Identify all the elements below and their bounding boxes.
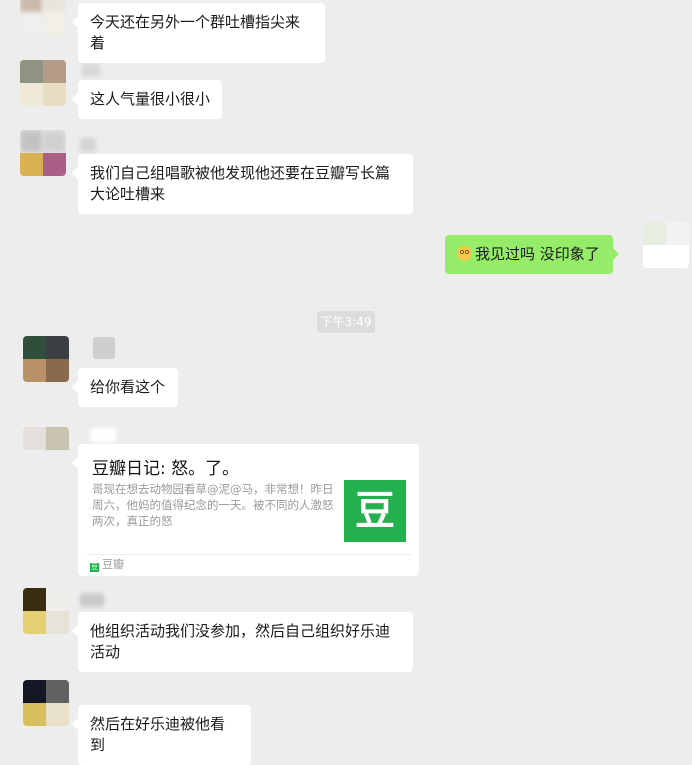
message-text: 今天还在另外一个群吐槽指尖来着	[90, 13, 301, 52]
message-bubble[interactable]: 然后在好乐迪被他看到	[72, 705, 251, 765]
link-card-description: 哥现在想去动物园看草@泥@马，非常想！昨日周六，他妈的值得纪念的一天。被不同的人…	[92, 482, 334, 528]
avatar[interactable]	[20, 60, 66, 106]
avatar[interactable]	[20, 0, 66, 36]
message-bubble[interactable]: 给你看这个	[72, 368, 178, 407]
message-text: 然后在好乐迪被他看到	[90, 715, 226, 754]
message-text: 给你看这个	[90, 378, 166, 396]
timestamp: 下午3:49	[317, 311, 375, 333]
avatar[interactable]	[20, 130, 66, 176]
flushed-face-emoji	[457, 246, 472, 261]
sender-name	[80, 138, 96, 152]
link-card-source-label: 豆瓣	[102, 558, 124, 571]
message-text: 我见过吗 没印象了	[475, 245, 600, 263]
sender-name	[90, 428, 116, 442]
avatar[interactable]	[23, 588, 69, 634]
message-text: 我们自己组唱歌被他发现他还要在豆瓣写长篇大论吐槽来	[90, 164, 391, 203]
sender-name	[80, 593, 104, 607]
douban-logo-icon: 豆	[344, 480, 406, 542]
link-card-title: 豆瓣日记: 怒。了。	[92, 459, 240, 479]
avatar[interactable]	[23, 427, 69, 473]
sender-name	[93, 337, 115, 359]
link-card-source: 豆豆瓣	[90, 558, 124, 572]
avatar[interactable]	[23, 336, 69, 382]
message-bubble[interactable]: 他组织活动我们没参加，然后自己组织好乐迪活动	[72, 612, 413, 672]
avatar[interactable]	[643, 222, 689, 268]
message-bubble[interactable]: 我见过吗 没印象了	[445, 235, 619, 274]
divider	[86, 554, 411, 555]
sender-name	[82, 63, 100, 77]
message-bubble[interactable]: 今天还在另外一个群吐槽指尖来着	[72, 3, 325, 63]
message-bubble[interactable]: 我们自己组唱歌被他发现他还要在豆瓣写长篇大论吐槽来	[72, 154, 413, 214]
link-card[interactable]: 豆瓣日记: 怒。了。 哥现在想去动物园看草@泥@马，非常想！昨日周六，他妈的值得…	[72, 444, 419, 576]
douban-small-icon: 豆	[90, 563, 99, 572]
message-text: 这人气量很小很小	[90, 90, 211, 108]
message-text: 他组织活动我们没参加，然后自己组织好乐迪活动	[90, 622, 391, 661]
avatar[interactable]	[23, 680, 69, 726]
message-bubble[interactable]: 这人气量很小很小	[72, 80, 222, 119]
